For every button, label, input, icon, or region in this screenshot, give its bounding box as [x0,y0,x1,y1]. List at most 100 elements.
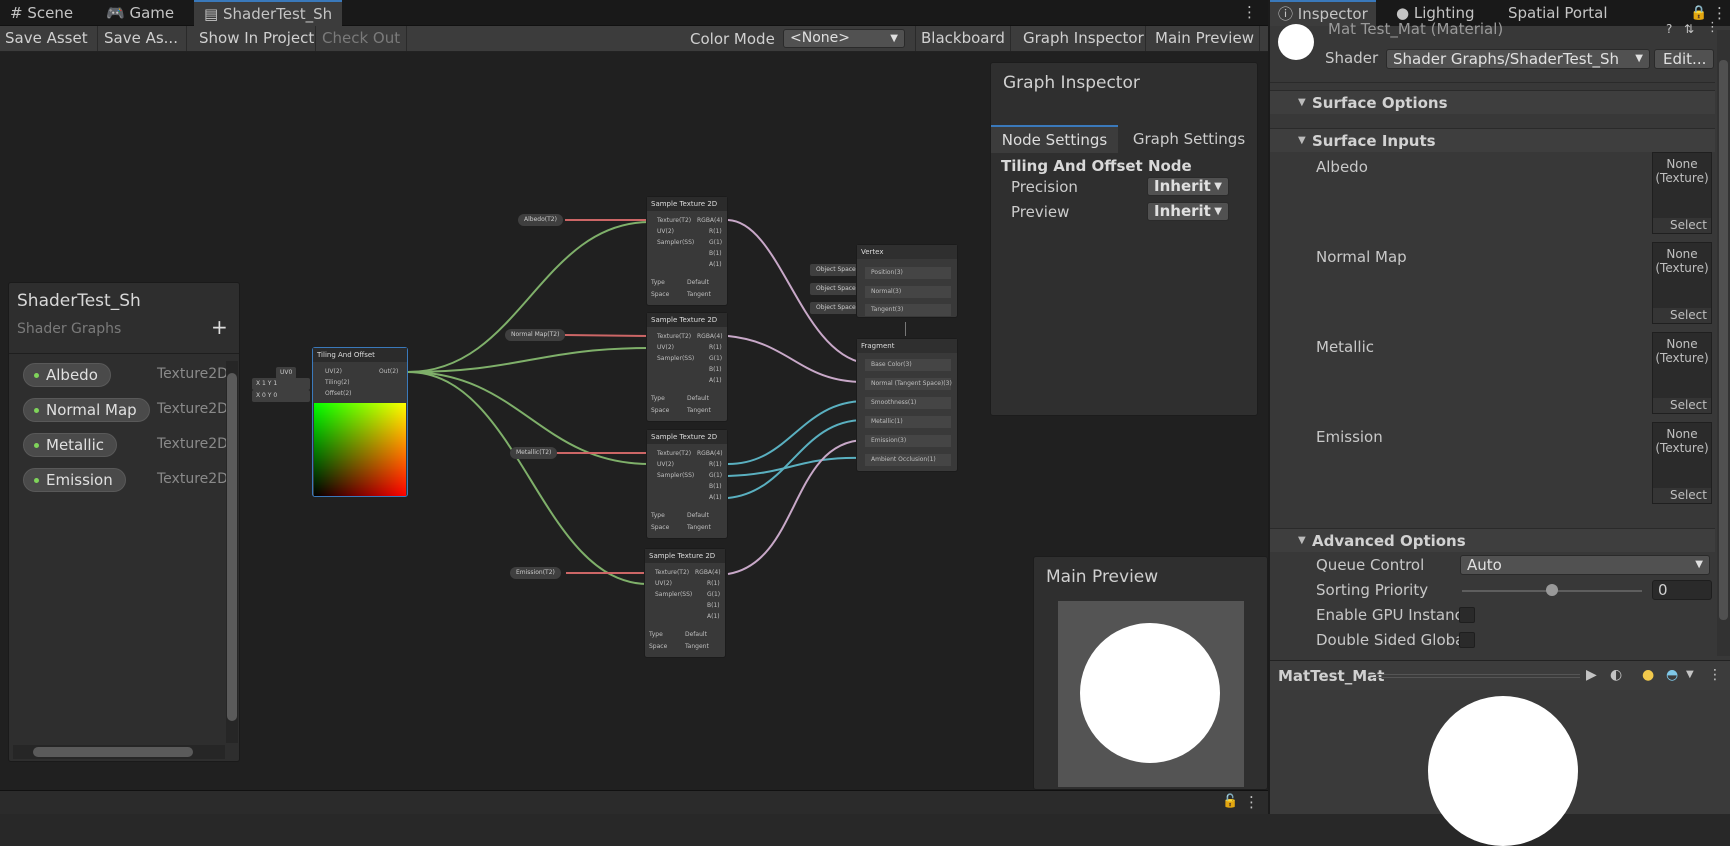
main-preview-button[interactable]: Main Preview [1150,26,1260,51]
lock-icon[interactable]: 🔒 [1690,5,1707,21]
vertex-position-port[interactable]: Position(3) [865,267,951,279]
save-as-button[interactable]: Save As... [99,26,187,51]
port-offset[interactable]: Offset(2) [325,390,352,397]
slider-thumb[interactable] [1546,584,1558,596]
port-g[interactable]: G(1) [709,239,722,246]
tab-node-settings[interactable]: Node Settings [991,125,1118,153]
normal-space-chip[interactable]: Object Space [810,283,862,295]
vertical-scrollbar[interactable] [226,361,238,743]
port-uv[interactable]: UV(2) [657,344,674,351]
vertex-context[interactable]: Vertex Position(3) Normal(3) Tangent(3) [856,244,958,318]
graph-inspector-button[interactable]: Graph Inspector [1018,26,1146,51]
port-r[interactable]: R(1) [709,461,722,468]
edit-shader-button[interactable]: Edit... [1654,49,1714,69]
tab-spatial-portal[interactable]: Spatial Portal [1500,0,1616,26]
port-out[interactable]: Out(2) [379,368,398,375]
queue-control-dropdown[interactable]: Auto ▼ [1460,555,1710,575]
space-dropdown[interactable]: Tangent [687,291,711,298]
tab-graph-settings[interactable]: Graph Settings [1119,125,1259,153]
background-icon[interactable]: ◓ [1666,667,1678,683]
fragment-smoothness-port[interactable]: Smoothness(1) [865,397,951,409]
color-mode-dropdown[interactable]: <None> ▼ [783,29,905,48]
offset-input[interactable]: X 0 Y 0 [252,390,310,402]
port-texture[interactable]: Texture(T2) [657,217,691,224]
port-texture[interactable]: Texture(T2) [657,450,691,457]
sample-texture-normal-node[interactable]: Sample Texture 2D Texture(T2) UV(2) Samp… [646,312,728,422]
port-sampler[interactable]: Sampler(SS) [657,472,694,479]
preview-drag-handle[interactable] [1372,674,1580,678]
albedo-texture-slot[interactable]: None (Texture) Select [1652,152,1712,234]
surface-options-foldout[interactable]: ▼ Surface Options [1270,90,1715,114]
property-normal-map[interactable]: Normal Map [23,398,150,422]
metallic-property-node[interactable]: Metallic(T2) [510,447,558,459]
sample-texture-albedo-node[interactable]: Sample Texture 2D Texture(T2) UV(2) Samp… [646,196,728,306]
play-icon[interactable]: ▶ [1586,667,1597,683]
shader-dropdown[interactable]: Shader Graphs/ShaderTest_Sh ▼ [1386,49,1650,69]
albedo-property-node[interactable]: Albedo(T2) [518,214,563,226]
fragment-base-color-port[interactable]: Base Color(3) [865,359,951,371]
tangent-space-chip[interactable]: Object Space [810,302,862,314]
port-a[interactable]: A(1) [709,494,722,501]
help-icon[interactable]: ? [1666,22,1672,36]
fragment-context[interactable]: Fragment Base Color(3) Normal (Tangent S… [856,338,958,472]
material-preview-viewport[interactable] [1270,690,1730,846]
port-g[interactable]: G(1) [709,472,722,479]
port-a[interactable]: A(1) [709,261,722,268]
space-dropdown[interactable]: Tangent [687,524,711,531]
gpu-instancing-checkbox[interactable] [1459,607,1475,623]
preview-viewport[interactable] [1058,601,1244,787]
space-dropdown[interactable]: Tangent [685,643,709,650]
fragment-ao-port[interactable]: Ambient Occlusion(1) [865,454,951,466]
property-albedo[interactable]: Albedo [23,363,111,387]
more-options-icon[interactable]: ⋮ [1708,667,1722,683]
port-sampler[interactable]: Sampler(SS) [655,591,692,598]
advanced-options-foldout[interactable]: ▼ Advanced Options [1270,528,1715,552]
tiling-input[interactable]: X 1 Y 1 [252,378,310,390]
normal-map-select-button[interactable]: Select [1653,308,1711,323]
lock-icon[interactable]: 🔓 [1222,794,1238,809]
sphere-shape-icon[interactable]: ◐ [1610,667,1622,683]
port-g[interactable]: G(1) [709,355,722,362]
normal-map-texture-slot[interactable]: None (Texture) Select [1652,242,1712,324]
light-icon[interactable]: ● [1642,667,1654,683]
type-dropdown[interactable]: Default [685,631,707,638]
emission-property-node[interactable]: Emission(T2) [510,567,561,579]
scrollbar-thumb[interactable] [227,373,237,721]
port-tiling[interactable]: Tiling(2) [325,379,350,386]
normal-map-property-node[interactable]: Normal Map(T2) [505,329,566,341]
port-uv[interactable]: UV(2) [657,228,674,235]
albedo-select-button[interactable]: Select [1653,218,1711,233]
save-asset-button[interactable]: Save Asset [0,26,98,51]
port-r[interactable]: R(1) [707,580,720,587]
property-metallic[interactable]: Metallic [23,433,117,457]
port-b[interactable]: B(1) [709,366,722,373]
sample-texture-metallic-node[interactable]: Sample Texture 2D Texture(T2) UV(2) Samp… [646,429,728,539]
tab-shader-graph[interactable]: ▤ ShaderTest_Sh [194,0,343,26]
port-rgba[interactable]: RGBA(4) [697,450,723,457]
vertex-tangent-port[interactable]: Tangent(3) [865,304,951,316]
emission-select-button[interactable]: Select [1653,488,1711,503]
inspector-scrollbar[interactable] [1717,30,1730,656]
preview-dropdown[interactable]: Inherit ▼ [1147,202,1229,221]
metallic-texture-slot[interactable]: None (Texture) Select [1652,332,1712,414]
tab-scene[interactable]: # Scene [0,0,83,26]
tab-game[interactable]: 🎮 Game [96,0,184,26]
double-sided-checkbox[interactable] [1459,632,1475,648]
scrollbar-thumb[interactable] [1719,60,1728,620]
port-sampler[interactable]: Sampler(SS) [657,355,694,362]
metallic-select-button[interactable]: Select [1653,398,1711,413]
port-rgba[interactable]: RGBA(4) [697,333,723,340]
horizontal-scrollbar[interactable] [13,745,225,759]
port-uv[interactable]: UV(2) [325,368,342,375]
sorting-priority-slider[interactable] [1462,584,1642,596]
port-texture[interactable]: Texture(T2) [655,569,689,576]
emission-texture-slot[interactable]: None (Texture) Select [1652,422,1712,504]
port-b[interactable]: B(1) [709,250,722,257]
port-texture[interactable]: Texture(T2) [657,333,691,340]
type-dropdown[interactable]: Default [687,512,709,519]
fragment-emission-port[interactable]: Emission(3) [865,435,951,447]
fragment-metallic-port[interactable]: Metallic(1) [865,416,951,428]
more-options-icon[interactable]: ⋮ [1244,793,1259,811]
vertex-normal-port[interactable]: Normal(3) [865,286,951,298]
port-uv[interactable]: UV(2) [657,461,674,468]
